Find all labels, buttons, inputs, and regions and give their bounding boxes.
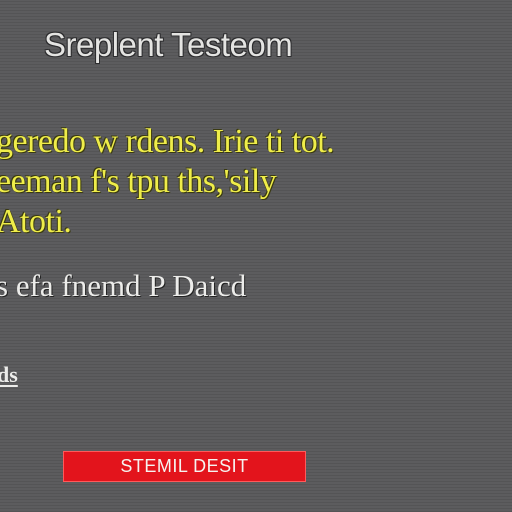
action-button[interactable]: STEMIL DESIT bbox=[63, 451, 306, 482]
action-button-label: STEMIL DESIT bbox=[120, 456, 249, 476]
screen: Sreplent Testeom geredo w rdens. Irie ti… bbox=[0, 0, 512, 512]
notice-line-1: geredo w rdens. Irie ti tot. bbox=[0, 123, 335, 160]
page-title: Sreplent Testeom bbox=[44, 26, 293, 63]
notice-line-2: eeman f's tpu ths,'sily bbox=[0, 163, 277, 200]
underlined-link[interactable]: ds bbox=[0, 362, 18, 388]
subtitle-text: s efa fnemd P Daicd bbox=[0, 268, 247, 303]
notice-message: geredo w rdens. Irie ti tot. eeman f's t… bbox=[0, 122, 335, 242]
notice-line-3: Atoti. bbox=[0, 203, 72, 240]
